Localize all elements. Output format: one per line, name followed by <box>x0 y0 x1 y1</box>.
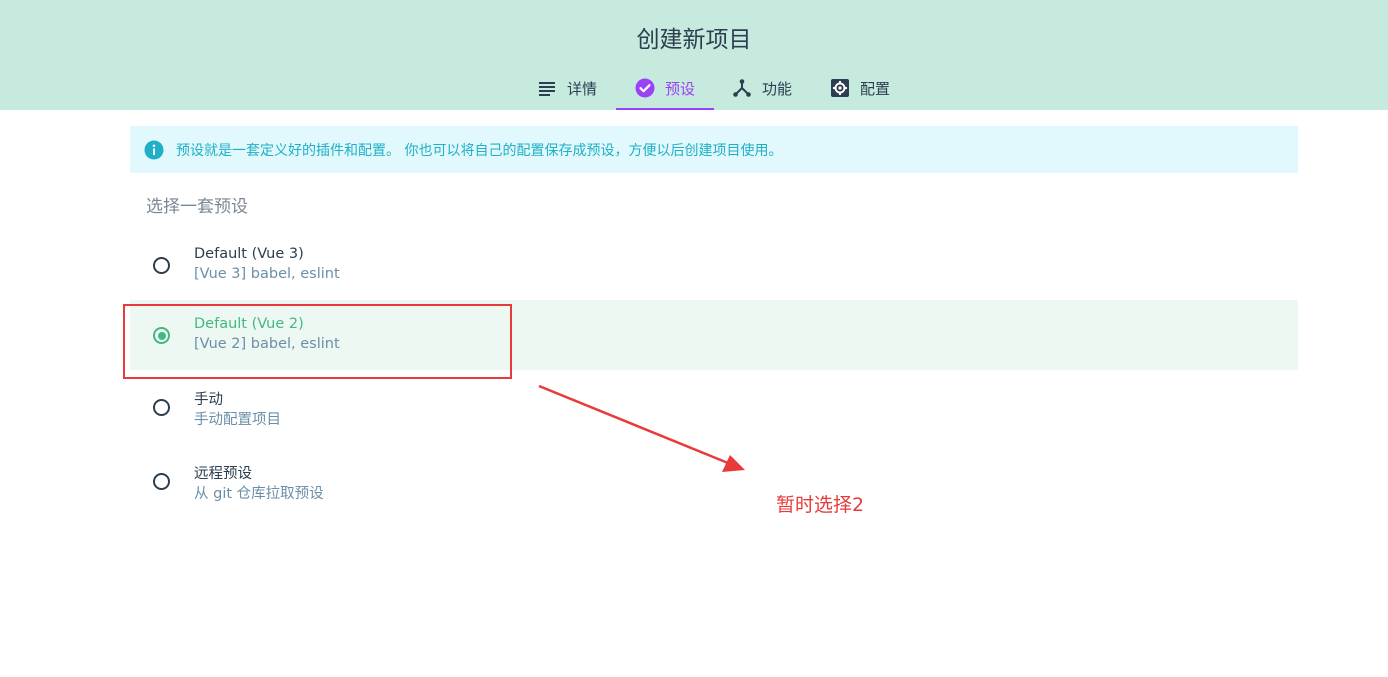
annotation-arrow <box>538 384 745 472</box>
annotation-note: 暂时选择2 <box>776 494 865 516</box>
